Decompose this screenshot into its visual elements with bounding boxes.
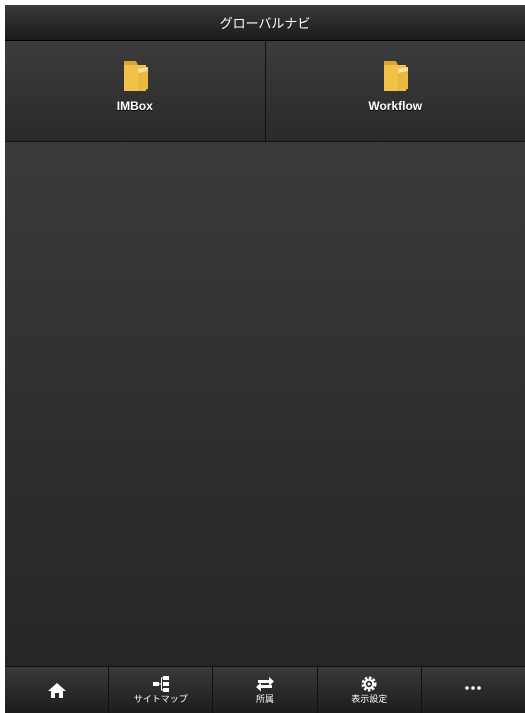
gear-icon: [361, 676, 377, 692]
folder-icon: [384, 61, 409, 91]
tab-affiliation[interactable]: 所属: [212, 667, 316, 713]
app-frame: グローバルナビ IMBox Workflow サイトマップ 所属 表示設定: [5, 5, 525, 713]
tab-more[interactable]: [420, 667, 525, 713]
tab-label: 表示設定: [351, 695, 388, 705]
nav-item-imbox[interactable]: IMBox: [5, 41, 265, 141]
nav-item-label: Workflow: [368, 99, 423, 113]
more-icon: [465, 685, 482, 690]
sitemap-icon: [152, 676, 169, 692]
nav-item-workflow[interactable]: Workflow: [264, 41, 525, 141]
tab-label: 所属: [256, 695, 275, 705]
content-area: [5, 142, 525, 666]
tab-home[interactable]: [5, 667, 108, 713]
home-icon: [47, 682, 66, 698]
nav-grid: IMBox Workflow: [5, 41, 525, 142]
page-title: グローバルナビ: [219, 17, 311, 32]
footer-tabbar: サイトマップ 所属 表示設定: [5, 666, 525, 713]
tab-sitemap[interactable]: サイトマップ: [108, 667, 212, 713]
folder-icon: [123, 61, 148, 91]
tab-display-settings[interactable]: 表示設定: [316, 667, 421, 713]
tab-label: サイトマップ: [133, 695, 188, 705]
swap-arrows-icon: [256, 677, 274, 692]
header-bar: グローバルナビ: [5, 5, 525, 41]
nav-item-label: IMBox: [116, 99, 153, 113]
